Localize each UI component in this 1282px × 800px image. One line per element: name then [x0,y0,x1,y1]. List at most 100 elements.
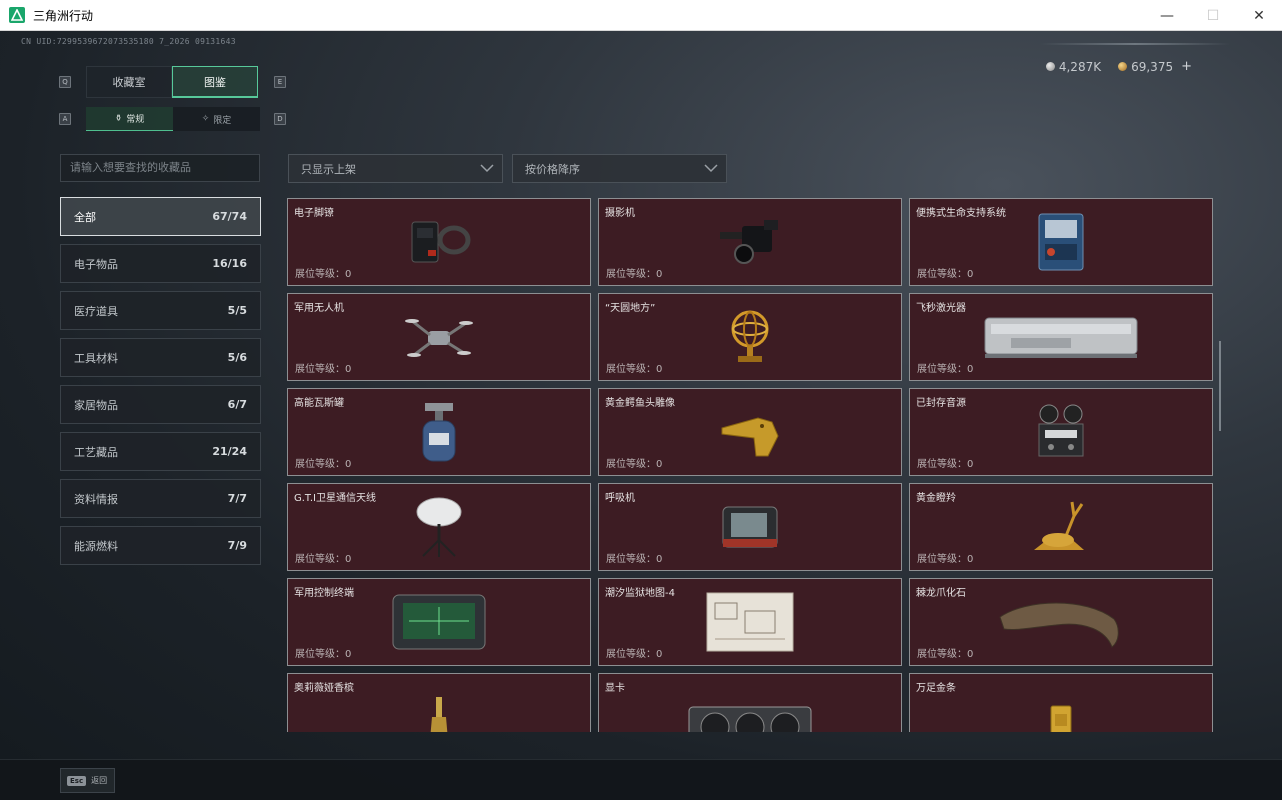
tab-collection-room[interactable]: 收藏室 [86,66,172,98]
item-card[interactable]: 奥莉薇娅香槟 展位等级：0 [287,673,591,732]
gold-bar-icon [1050,705,1072,732]
category-energy[interactable]: 能源燃料 7/9 [60,526,261,565]
gold-gazelle-icon [1034,501,1084,550]
category-all[interactable]: 全部 67/74 [60,197,261,236]
item-name: 高能瓦斯罐 [294,398,344,409]
tab-regular-label: 常规 [126,115,145,125]
category-electronics[interactable]: 电子物品 16/16 [60,244,261,283]
category-tools[interactable]: 工具材料 5/6 [60,338,261,377]
satellite-dish-icon [416,497,462,557]
category-count: 6/7 [227,398,247,411]
category-count: 16/16 [212,257,247,270]
tab-limited[interactable]: ✧ 限定 [173,107,260,131]
item-name: 万足金条 [916,683,956,694]
item-name: 黄金瞪羚 [916,493,956,504]
item-level: 展位等级：0 [606,459,663,470]
item-card[interactable]: 飞秒激光器 展位等级：0 [909,293,1213,381]
window-title: 三角洲行动 [33,8,94,23]
minimize-button[interactable]: — [1144,0,1190,31]
tab-catalog[interactable]: 图鉴 [172,66,258,98]
item-name: 军用无人机 [294,303,344,314]
search-input[interactable] [60,154,260,182]
category-label: 全部 [74,210,96,224]
category-label: 医疗道具 [74,304,118,318]
silver-currency: 4,287K [1045,59,1102,74]
gold-currency: 69,375 + [1118,59,1192,74]
bottle-icon: ⚱ [114,113,123,124]
category-crafts[interactable]: 工艺藏品 21/24 [60,432,261,471]
item-card[interactable]: 电子脚镣 展位等级：0 [287,198,591,286]
item-level: 展位等级：0 [917,554,974,565]
item-name: “天圆地方” [605,303,656,314]
gas-tank-icon [422,403,456,462]
camera-icon [720,220,778,264]
item-level: 展位等级：0 [917,649,974,660]
silver-amount: 4,287K [1058,59,1102,74]
close-button[interactable]: ✕ [1236,0,1282,31]
category-label: 资料情报 [74,492,118,506]
drone-icon [405,319,473,357]
item-card[interactable]: 万足金条 展位等级：0 [909,673,1213,732]
app-logo-icon [9,7,25,23]
item-card[interactable]: 军用控制终端 展位等级：0 [287,578,591,666]
silver-coin-icon [1045,62,1055,71]
map-icon [706,592,794,652]
item-card[interactable]: 黄金瞪羚 展位等级：0 [909,483,1213,571]
life-support-icon [1038,213,1084,271]
item-level: 展位等级：0 [606,364,663,375]
tab-regular[interactable]: ⚱ 常规 [86,107,173,131]
sort-dropdown[interactable]: 按价格降序 [512,154,727,183]
scrollbar-thumb[interactable] [1219,341,1221,431]
champagne-icon [430,696,448,732]
item-name: 显卡 [605,683,625,694]
category-medical[interactable]: 医疗道具 5/5 [60,291,261,330]
category-label: 能源燃料 [74,539,118,553]
back-button[interactable]: Esc 返回 [60,768,115,793]
item-level: 展位等级：0 [295,554,352,565]
claw-fossil-icon [999,602,1119,648]
key-hint-q: Q [59,76,71,88]
item-card[interactable]: 高能瓦斯罐 展位等级：0 [287,388,591,476]
item-card[interactable]: 已封存音源 展位等级：0 [909,388,1213,476]
gold-amount: 69,375 [1131,59,1174,74]
category-count: 7/9 [227,539,247,552]
item-name: 军用控制终端 [294,588,354,599]
ventilator-icon [722,506,778,548]
item-card[interactable]: 摄影机 展位等级：0 [598,198,902,286]
item-card[interactable]: “天圆地方” 展位等级：0 [598,293,902,381]
main-tabs: 收藏室 图鉴 [86,66,258,98]
category-count: 5/5 [227,304,247,317]
item-card[interactable]: 军用无人机 展位等级：0 [287,293,591,381]
add-currency-button[interactable]: + [1181,59,1192,74]
item-card[interactable]: 呼吸机 展位等级：0 [598,483,902,571]
item-name: G.T.I卫星通信天线 [294,493,376,504]
item-level: 展位等级：0 [295,459,352,470]
category-household[interactable]: 家居物品 6/7 [60,385,261,424]
item-level: 展位等级：0 [917,364,974,375]
item-card[interactable]: G.T.I卫星通信天线 展位等级：0 [287,483,591,571]
item-name: 电子脚镣 [294,208,334,219]
key-hint-e: E [274,76,286,88]
item-level: 展位等级：0 [295,269,352,280]
item-level: 展位等级：0 [917,269,974,280]
currency-bar: 4,287K 69,375 + [1045,59,1192,74]
laser-case-icon [984,317,1138,358]
sort-value: 按价格降序 [525,162,580,176]
game-viewport: CN UID:7299539672073535180 7_2026 091316… [0,31,1282,800]
item-card[interactable]: 便携式生命支持系统 展位等级：0 [909,198,1213,286]
category-label: 电子物品 [74,257,118,271]
item-level: 展位等级：0 [606,269,663,280]
item-card[interactable]: 显卡 展位等级：0 [598,673,902,732]
maximize-button[interactable]: ☐ [1190,0,1236,31]
item-name: 棘龙爪化石 [916,588,966,599]
gold-coin-icon [1118,62,1128,71]
key-hint-a: A [59,113,71,125]
armillary-sphere-icon [731,310,769,362]
shelf-filter-dropdown[interactable]: 只显示上架 [288,154,503,183]
category-intel[interactable]: 资料情报 7/7 [60,479,261,518]
item-card[interactable]: 潮汐监狱地图-4 展位等级：0 [598,578,902,666]
item-card[interactable]: 棘龙爪化石 展位等级：0 [909,578,1213,666]
limited-icon: ✧ [201,114,210,124]
item-name: 已封存音源 [916,398,966,409]
item-card[interactable]: 黄金鳄鱼头雕像 展位等级：0 [598,388,902,476]
